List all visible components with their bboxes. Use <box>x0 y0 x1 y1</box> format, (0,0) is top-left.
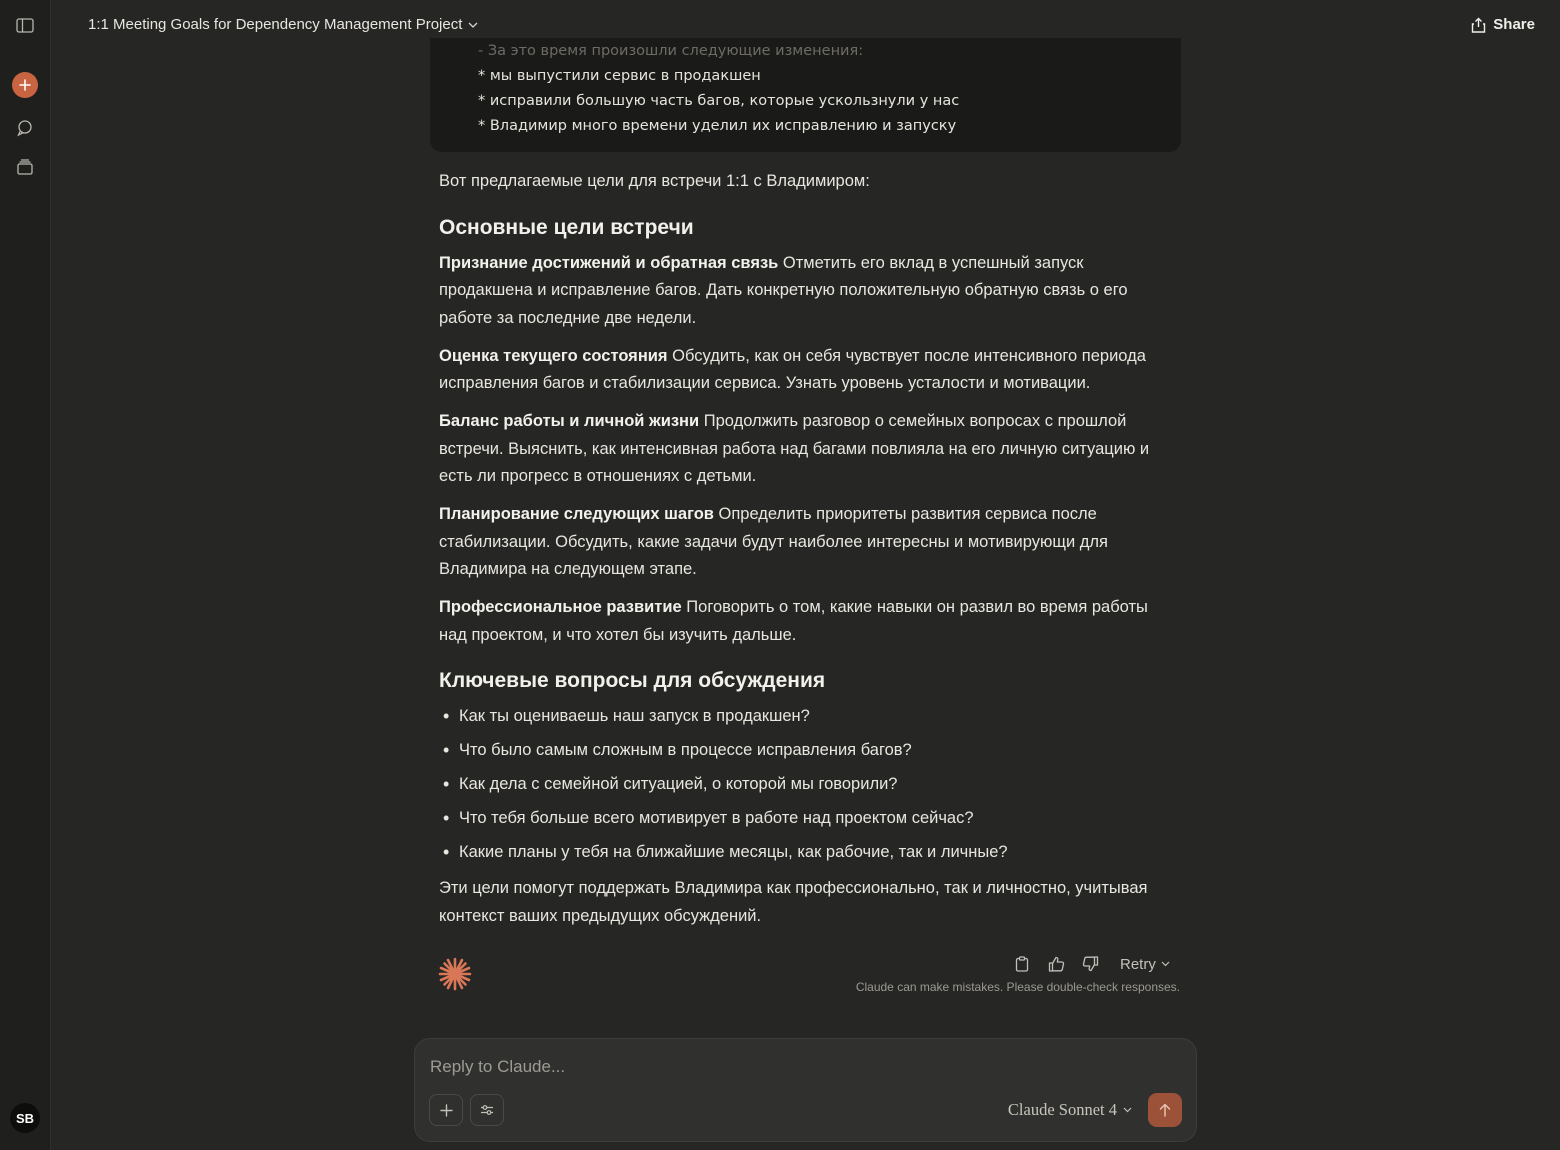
projects-icon[interactable] <box>12 154 38 180</box>
arrow-up-icon <box>1159 1103 1171 1117</box>
retry-button[interactable]: Retry <box>1120 956 1170 973</box>
list-item: Какие планы у тебя на ближайшие месяцы, … <box>439 839 1159 865</box>
goal-title: Баланс работы и личной жизни <box>439 412 700 430</box>
code-line: * исправили большую часть багов, которые… <box>478 93 960 109</box>
share-label: Share <box>1493 16 1535 33</box>
goal-title: Оценка текущего состояния <box>439 346 668 365</box>
share-icon <box>1472 17 1486 33</box>
goal-paragraph: Планирование следующих шагов Определить … <box>439 501 1159 584</box>
goal-paragraph: Профессиональное развитие Поговорить о т… <box>439 594 1159 649</box>
chats-icon[interactable] <box>12 115 38 141</box>
code-line: - За это время произошли следующие измен… <box>478 43 864 59</box>
chevron-down-icon <box>1161 961 1170 967</box>
code-line: * мы выпустили сервис в продакшен <box>478 68 761 84</box>
goal-title: Профессиональное развитие <box>439 598 682 616</box>
sliders-icon <box>481 1105 493 1115</box>
chevron-down-icon <box>468 22 478 28</box>
list-item: Как ты оцениваешь наш запуск в продакшен… <box>439 703 1159 729</box>
goal-title: Планирование следующих шагов <box>439 505 714 523</box>
message-actions: Retry <box>1012 953 1170 975</box>
model-selector[interactable]: Claude Sonnet 4 <box>1008 1100 1132 1120</box>
thumbs-up-icon[interactable] <box>1046 954 1066 974</box>
conversation-title[interactable]: 1:1 Meeting Goals for Dependency Managem… <box>88 16 478 33</box>
chevron-down-icon <box>1123 1107 1132 1113</box>
plus-icon <box>19 79 31 91</box>
tools-button[interactable] <box>470 1094 504 1126</box>
goal-title: Признание достижений и обратная связь <box>439 253 779 272</box>
model-label: Claude Sonnet 4 <box>1007 1100 1117 1119</box>
reply-input[interactable]: Reply to Claude... <box>430 1057 565 1077</box>
send-button[interactable] <box>1148 1093 1182 1127</box>
thumbs-down-icon[interactable] <box>1080 954 1100 974</box>
new-chat-button[interactable] <box>12 72 38 98</box>
list-item: Как дела с семейной ситуацией, о которой… <box>439 771 1159 797</box>
questions-list: Как ты оцениваешь наш запуск в продакшен… <box>439 703 1159 865</box>
avatar[interactable]: SB <box>10 1103 40 1133</box>
sidebar-toggle-icon[interactable] <box>12 12 38 38</box>
disclaimer-text: Claude can make mistakes. Please double-… <box>855 980 1180 994</box>
add-attachment-button[interactable] <box>429 1094 463 1126</box>
response-intro: Вот предлагаемые цели для встречи 1:1 с … <box>439 172 870 190</box>
section-heading-goals: Основные цели встречи <box>439 215 694 239</box>
section-heading-questions: Ключевые вопросы для обсуждения <box>439 669 826 692</box>
assistant-response: Вот предлагаемые цели для встречи 1:1 с … <box>439 168 1159 941</box>
response-closing: Эти цели помогут поддержать Владимира ка… <box>439 879 1148 925</box>
retry-label: Retry <box>1120 955 1156 973</box>
plus-icon <box>439 1103 453 1117</box>
goal-paragraph: Баланс работы и личной жизни Продолжить … <box>439 408 1159 491</box>
copy-icon[interactable] <box>1012 954 1032 974</box>
goal-paragraph: Признание достижений и обратная связь От… <box>439 250 1159 333</box>
reply-composer: Reply to Claude... Claude Sonnet 4 <box>414 1038 1197 1142</box>
sidebar: SB <box>0 0 51 1150</box>
goal-paragraph: Оценка текущего состояния Обсудить, как … <box>439 343 1159 398</box>
claude-logo-icon <box>438 957 472 991</box>
conversation-title-text: 1:1 Meeting Goals for Dependency Managem… <box>88 16 463 33</box>
code-block: - За это время произошли следующие измен… <box>430 38 1181 152</box>
list-item: Что тебя больше всего мотивирует в работ… <box>439 805 1159 831</box>
code-line: * Владимир много времени уделил их испра… <box>478 118 957 134</box>
list-item: Что было самым сложным в процессе исправ… <box>439 737 1159 763</box>
share-button[interactable]: Share <box>1471 16 1535 33</box>
